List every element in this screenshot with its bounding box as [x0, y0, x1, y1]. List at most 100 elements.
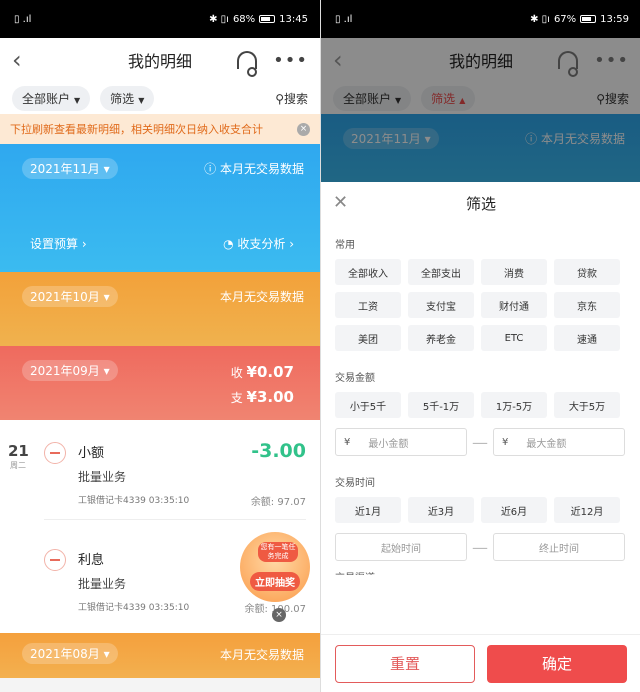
time-range: 起始时间 — 终止时间 — [335, 533, 627, 561]
section-title-cut: 交易渠道 — [335, 561, 627, 575]
expense-label: 支 — [230, 391, 243, 405]
option-chip[interactable]: 近6月 — [481, 497, 547, 523]
transaction-row[interactable]: 小额 批量业务 工银借记卡4339 03:35:10 -3.00 余额: 97.… — [44, 420, 306, 520]
pie-chart-icon: ◔ — [223, 237, 234, 251]
filter-bar: 全部账户 ▼ 筛选 ▼ ⚲搜索 — [0, 82, 320, 114]
option-chip[interactable]: 支付宝 — [408, 292, 474, 318]
option-chip[interactable]: 近1月 — [335, 497, 401, 523]
day-date: 21 — [8, 442, 29, 460]
clock: 13:45 — [279, 13, 308, 25]
month-label: 2021年08月 — [30, 647, 100, 661]
search-icon: ⚲ — [275, 91, 284, 106]
day-marker: 21 周二 — [8, 442, 29, 471]
close-icon[interactable]: × — [272, 608, 286, 622]
month-label: 2021年10月 — [30, 290, 100, 304]
option-chip[interactable]: 全部支出 — [408, 259, 474, 285]
tx-card: 工银借记卡4339 03:35:10 — [78, 603, 190, 613]
amount-options: 小于5千 5千-1万 1万-5万 大于5万 — [335, 392, 627, 418]
month-card-sep[interactable]: 2021年09月 ▾ 收 ¥0.07 支 ¥3.00 — [0, 346, 320, 420]
option-chip[interactable]: 养老金 — [408, 325, 474, 351]
common-section: 常用 全部收入 全部支出 消费 贷款 工资 支付宝 财付通 京东 美团 养老金 … — [321, 224, 640, 351]
promo-cta: 立即抽奖 — [250, 572, 300, 591]
end-time-input[interactable]: 终止时间 — [493, 533, 625, 561]
account-dropdown[interactable]: 全部账户 ▼ — [12, 85, 91, 111]
option-chip[interactable]: 财付通 — [481, 292, 547, 318]
no-data-text: 本月无交易数据 — [219, 648, 304, 662]
confirm-button[interactable]: 确定 — [487, 644, 627, 683]
left-screen: ▯ .ıl ✱ ▯ı 68% 13:45 ‹ 我的明细 ••• 全部账户 ▼ 筛选… — [0, 0, 320, 692]
signal-icon: ▯ .ıl — [335, 13, 353, 25]
more-icon[interactable]: ••• — [273, 50, 308, 71]
battery-percent: 67% — [553, 13, 577, 25]
month-card-nov[interactable]: 2021年11月 ▾ ⓘ 本月无交易数据 设置预算 › ◔ 收支分析 › — [0, 144, 320, 272]
no-data-text: 本月无交易数据 — [219, 162, 304, 176]
right-screen: ▯ .ıl ✱ ▯ı 67% 13:59 ‹ 我的明细 ••• 全部账户 ▼ 筛选… — [321, 0, 640, 692]
option-chip[interactable]: 5千-1万 — [408, 392, 474, 418]
expense-icon — [44, 549, 66, 571]
common-options: 全部收入 全部支出 消费 贷款 工资 支付宝 财付通 京东 美团 养老金 ETC… — [335, 259, 627, 351]
sheet-footer: 重置 确定 — [321, 634, 640, 692]
tx-card: 工银借记卡4339 03:35:10 — [78, 496, 190, 506]
time-options: 近1月 近3月 近6月 近12月 — [335, 497, 627, 523]
option-chip[interactable]: 速通 — [554, 325, 620, 351]
min-amount-placeholder: 最小金额 — [368, 438, 409, 450]
signal-icon: ▯ .ıl — [14, 13, 32, 25]
tx-balance: 余额: 97.07 — [250, 497, 306, 508]
close-icon[interactable]: ✕ — [333, 192, 348, 213]
filter-sheet: ✕ 筛选 常用 全部收入 全部支出 消费 贷款 工资 支付宝 财付通 京东 美团… — [321, 182, 640, 692]
refresh-notice: 下拉刷新查看最新明细，相关明细次日纳入收支合计 × — [0, 114, 320, 144]
caret-down-icon: ▼ — [138, 95, 145, 105]
tx-name: 小额 — [78, 446, 105, 461]
analysis-link[interactable]: ◔ 收支分析 › — [223, 235, 294, 252]
account-label: 全部账户 — [22, 91, 71, 106]
max-amount-placeholder: 最大金额 — [526, 438, 567, 450]
option-chip[interactable]: 工资 — [335, 292, 401, 318]
month-selector[interactable]: 2021年08月 ▾ — [22, 643, 118, 664]
lottery-promo-badge[interactable]: 您有一笔任务完成 立即抽奖 — [240, 532, 310, 602]
min-amount-input[interactable]: ¥ 最小金额 — [335, 428, 467, 456]
status-icons: ✱ ▯ı — [209, 13, 229, 25]
back-icon[interactable]: ‹ — [12, 46, 36, 74]
set-budget-link[interactable]: 设置预算 › — [30, 235, 87, 252]
income-label: 收 — [230, 366, 243, 380]
battery-percent: 68% — [232, 13, 256, 25]
currency-symbol: ¥ — [502, 436, 509, 448]
close-icon[interactable]: × — [297, 122, 310, 136]
month-card-oct[interactable]: 2021年10月 ▾ 本月无交易数据 — [0, 272, 320, 346]
section-title: 交易时间 — [335, 478, 375, 489]
option-chip[interactable]: 京东 — [554, 292, 620, 318]
option-chip[interactable]: 消费 — [481, 259, 547, 285]
no-data-text: 本月无交易数据 — [219, 290, 304, 304]
start-time-input[interactable]: 起始时间 — [335, 533, 467, 561]
clock: 13:59 — [600, 13, 629, 25]
analysis-label: 收支分析 › — [237, 237, 294, 251]
month-selector[interactable]: 2021年11月 ▾ — [22, 158, 118, 179]
option-chip[interactable]: 1万-5万 — [481, 392, 547, 418]
search-button[interactable]: ⚲搜索 — [275, 90, 308, 107]
amount-section: 交易金额 小于5千 5千-1万 1万-5万 大于5万 ¥ 最小金额 — ¥ 最大金额 — [321, 351, 640, 456]
option-chip[interactable]: 全部收入 — [335, 259, 401, 285]
option-chip[interactable]: 大于5万 — [554, 392, 620, 418]
option-chip[interactable]: 贷款 — [554, 259, 620, 285]
month-card-aug[interactable]: 2021年08月 ▾ 本月无交易数据 — [0, 633, 320, 678]
option-chip[interactable]: 美团 — [335, 325, 401, 351]
filter-dropdown[interactable]: 筛选 ▼ — [100, 85, 155, 111]
tx-amount: -3.00 — [251, 440, 306, 462]
option-chip[interactable]: 小于5千 — [335, 392, 401, 418]
option-chip[interactable]: 近3月 — [408, 497, 474, 523]
option-chip[interactable]: ETC — [481, 325, 547, 351]
month-selector[interactable]: 2021年09月 ▾ — [22, 360, 118, 381]
battery-icon — [580, 15, 597, 23]
tx-type: 批量业务 — [78, 577, 127, 591]
reset-button[interactable]: 重置 — [335, 644, 475, 683]
headset-icon[interactable] — [237, 51, 258, 77]
month-selector[interactable]: 2021年10月 ▾ — [22, 286, 118, 307]
month-label: 2021年11月 — [30, 162, 100, 176]
tx-type: 批量业务 — [78, 470, 127, 484]
status-bar: ▯ .ıl ✱ ▯ı 67% 13:59 — [321, 0, 640, 38]
notice-text: 下拉刷新查看最新明细，相关明细次日纳入收支合计 — [10, 123, 263, 136]
option-chip[interactable]: 近12月 — [554, 497, 620, 523]
amount-range: ¥ 最小金额 — ¥ 最大金额 — [335, 428, 627, 456]
status-bar: ▯ .ıl ✱ ▯ı 68% 13:45 — [0, 0, 320, 38]
max-amount-input[interactable]: ¥ 最大金额 — [493, 428, 625, 456]
